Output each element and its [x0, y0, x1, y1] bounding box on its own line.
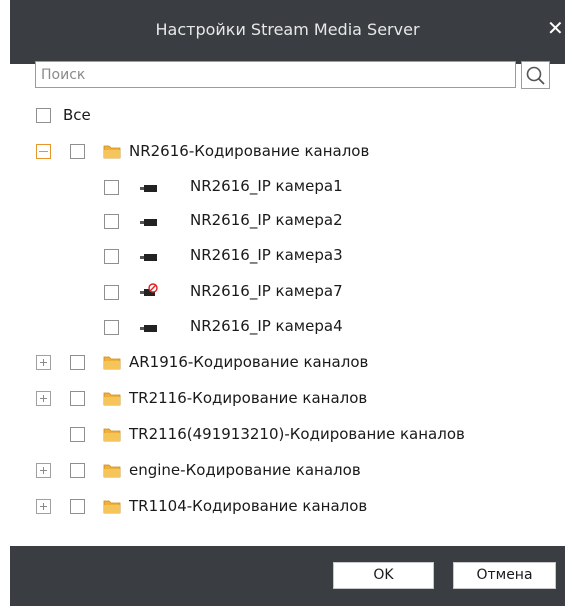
group-label[interactable]: TR2116-Кодирование каналов: [129, 388, 367, 408]
search-icon: [526, 66, 545, 85]
channel-checkbox[interactable]: [104, 285, 119, 300]
group-label[interactable]: TR1104-Кодирование каналов: [129, 496, 367, 516]
folder-icon: [103, 392, 121, 406]
checkbox-all[interactable]: [36, 108, 51, 123]
group-checkbox[interactable]: [70, 499, 85, 514]
channel-label[interactable]: NR2616_IP камера3: [190, 245, 343, 265]
cancel-button[interactable]: Отмена: [453, 562, 556, 589]
channel-checkbox[interactable]: [104, 180, 119, 195]
group-label[interactable]: NR2616-Кодирование каналов: [129, 141, 369, 161]
folder-icon: [103, 464, 121, 478]
camera-icon: [140, 185, 157, 192]
expand-toggle[interactable]: [36, 355, 51, 370]
camera-icon: [140, 325, 157, 332]
group-checkbox[interactable]: [70, 463, 85, 478]
folder-icon: [103, 356, 121, 370]
group-checkbox[interactable]: [70, 427, 85, 442]
channel-label[interactable]: NR2616_IP камера7: [190, 281, 343, 301]
search-button[interactable]: [521, 61, 550, 89]
camera-icon: [140, 254, 157, 261]
group-checkbox[interactable]: [70, 144, 85, 159]
group-checkbox[interactable]: [70, 391, 85, 406]
expand-toggle[interactable]: [36, 391, 51, 406]
group-label[interactable]: engine-Кодирование каналов: [129, 460, 361, 480]
channel-label[interactable]: NR2616_IP камера1: [190, 176, 343, 196]
all-label: Все: [63, 106, 91, 124]
folder-icon: [103, 428, 121, 442]
search-input[interactable]: [35, 61, 516, 88]
expand-toggle[interactable]: [36, 499, 51, 514]
camera-offline-icon: [140, 283, 158, 296]
channel-checkbox[interactable]: [104, 214, 119, 229]
folder-icon: [103, 500, 121, 514]
close-icon[interactable]: ✕: [547, 15, 565, 41]
group-label[interactable]: TR2116(491913210)-Кодирование каналов: [129, 424, 465, 444]
group-label[interactable]: AR1916-Кодирование каналов: [129, 352, 368, 372]
channel-checkbox[interactable]: [104, 320, 119, 335]
channel-label[interactable]: NR2616_IP камера4: [190, 316, 343, 336]
camera-icon: [140, 219, 157, 226]
group-checkbox[interactable]: [70, 355, 85, 370]
channel-label[interactable]: NR2616_IP камера2: [190, 210, 343, 230]
folder-icon: [103, 145, 121, 159]
dialog-title: Настройки Stream Media Server: [155, 20, 420, 39]
collapse-toggle[interactable]: [36, 144, 51, 159]
title-bar: Настройки Stream Media Server ✕: [10, 0, 565, 64]
ok-button[interactable]: OK: [333, 562, 434, 589]
settings-dialog: Настройки Stream Media Server ✕ Все NR26…: [10, 0, 565, 606]
channel-checkbox[interactable]: [104, 249, 119, 264]
expand-toggle[interactable]: [36, 463, 51, 478]
